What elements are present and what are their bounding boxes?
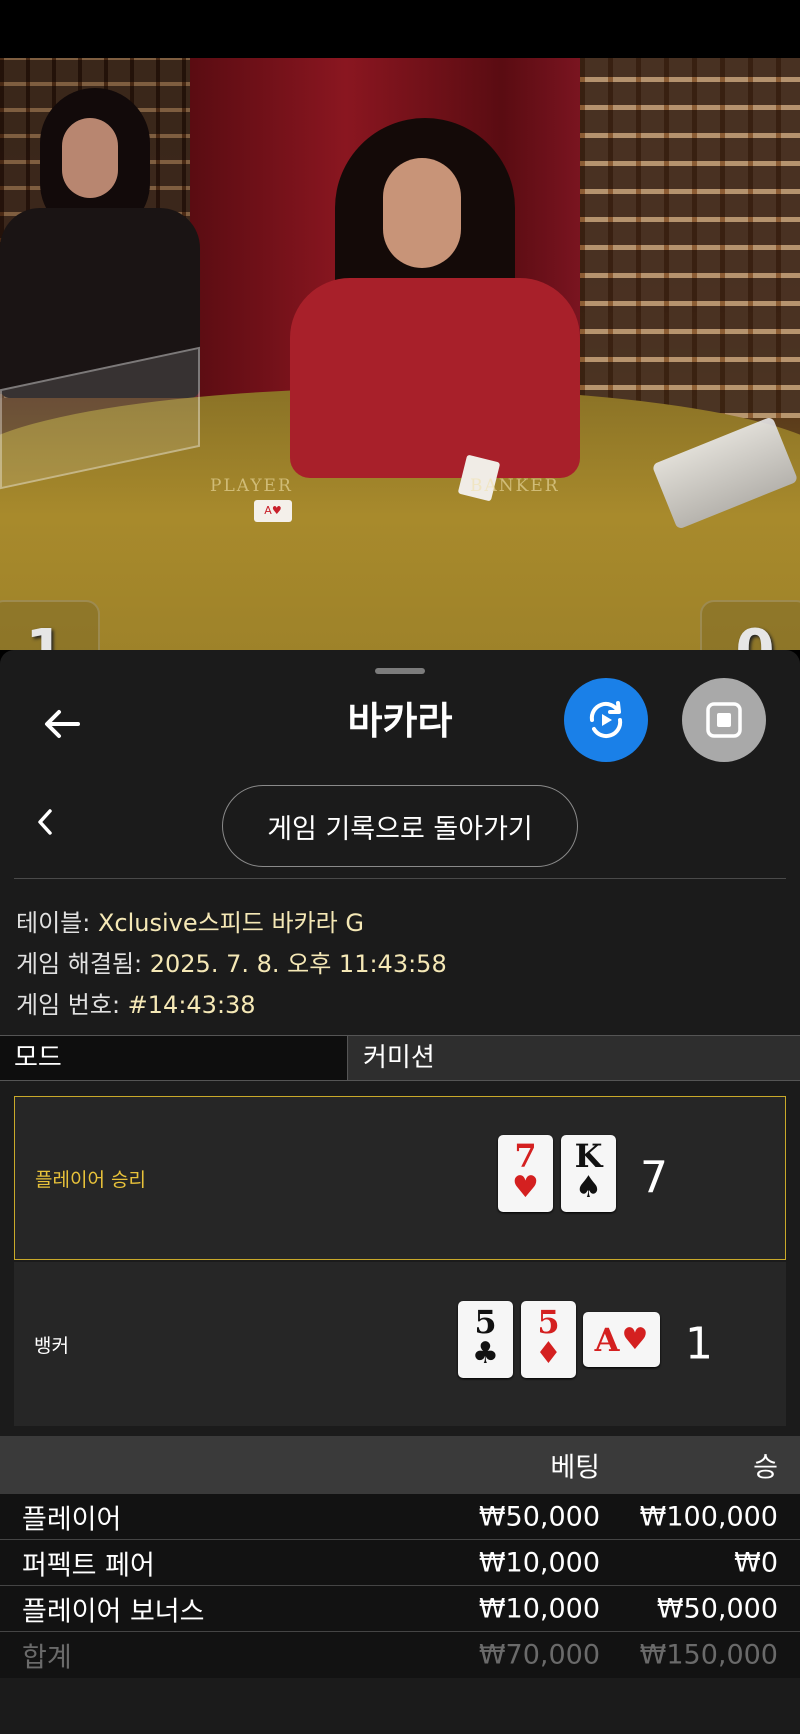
- total-label: 합계: [22, 1642, 72, 1674]
- bet-name: 플레이어: [22, 1504, 122, 1535]
- game-number-value: #14:43:38: [127, 991, 256, 1019]
- playing-card: 5 ♣: [458, 1301, 513, 1378]
- divider: [14, 878, 786, 879]
- card-rank: 5: [474, 1303, 497, 1341]
- page-title: 바카라: [347, 699, 453, 743]
- heart-suit-icon: ♥: [512, 1170, 539, 1205]
- replay-icon: [589, 701, 623, 739]
- win-amount: ₩0: [734, 1547, 778, 1578]
- card-rank: 5: [537, 1303, 560, 1341]
- stop-button[interactable]: [682, 678, 766, 762]
- bet-amount: ₩50,000: [478, 1501, 600, 1532]
- heart-suit-icon: ♥: [621, 1321, 649, 1357]
- table-info: 테이블: Xclusive스피드 바카라 G: [16, 903, 364, 938]
- spade-suit-icon: ♠: [575, 1170, 602, 1205]
- drag-handle[interactable]: [375, 668, 425, 674]
- dealer: [290, 88, 580, 478]
- playing-card: K ♠: [561, 1135, 616, 1212]
- table-row: 퍼펙트 페어 ₩10,000 ₩0: [0, 1540, 800, 1586]
- assistant-dealer: [0, 78, 200, 398]
- replay-button[interactable]: [564, 678, 648, 762]
- bet-amount: ₩10,000: [478, 1547, 600, 1578]
- bet-column-header: 베팅: [550, 1452, 600, 1484]
- diamond-suit-icon: ♦: [535, 1336, 562, 1371]
- win-amount: ₩50,000: [656, 1593, 778, 1624]
- playing-card: 7 ♥: [498, 1135, 553, 1212]
- card-rank: A: [594, 1320, 620, 1359]
- banker-total: 1: [685, 1318, 713, 1370]
- resolved-info: 게임 해결됨: 2025. 7. 8. 오후 11:43:58: [16, 944, 447, 979]
- live-video-stream: PLAYER BANKER A♥ 1 0: [0, 58, 800, 650]
- stop-icon: [706, 702, 742, 738]
- table-info-value: Xclusive스피드 바카라 G: [97, 909, 364, 937]
- resolved-info-label: 게임 해결됨:: [16, 950, 150, 978]
- player-result-label: 플레이어 승리: [35, 1168, 146, 1191]
- table-row: 플레이어 보너스 ₩10,000 ₩50,000: [0, 1586, 800, 1632]
- bets-table: 베팅 승 플레이어 ₩50,000 ₩100,000 퍼펙트 페어 ₩10,00…: [0, 1436, 800, 1678]
- mode-bar: 모드 커미션: [0, 1035, 800, 1081]
- chevron-left-icon: [38, 809, 52, 835]
- player-total: 7: [640, 1152, 668, 1204]
- game-detail-panel: 바카라 게임 기록으로 돌아가기 테이블: Xclusive스피드 바카라 G …: [0, 650, 800, 1734]
- table-info-label: 테이블:: [16, 909, 98, 937]
- card-rank: K: [574, 1137, 603, 1175]
- resolved-info-value: 2025. 7. 8. 오후 11:43:58: [149, 950, 447, 978]
- playing-card: 5 ♦: [521, 1301, 576, 1378]
- back-to-history-button[interactable]: 게임 기록으로 돌아가기: [222, 785, 578, 867]
- banker-score-display: 0: [700, 600, 800, 650]
- felt-player-label: PLAYER: [210, 476, 293, 496]
- playing-card-sideways: A ♥: [583, 1312, 660, 1367]
- felt-banker-label: BANKER: [470, 476, 560, 496]
- lattice-screen-right: [580, 58, 800, 418]
- mode-value: 커미션: [349, 1036, 800, 1080]
- previous-game-button[interactable]: [30, 802, 60, 842]
- club-suit-icon: ♣: [472, 1336, 499, 1371]
- card-rank: 7: [514, 1137, 537, 1175]
- bet-name: 플레이어 보너스: [22, 1596, 205, 1627]
- game-number-label: 게임 번호:: [16, 991, 128, 1019]
- player-score-display: 1: [0, 600, 100, 650]
- bets-table-header: 베팅 승: [0, 1436, 800, 1494]
- banker-hand-result: 뱅커 5 ♣ 5 ♦ A ♥ 1: [14, 1262, 786, 1426]
- table-row: 플레이어 ₩50,000 ₩100,000: [0, 1494, 800, 1540]
- banker-result-label: 뱅커: [34, 1334, 69, 1357]
- game-number-info: 게임 번호: #14:43:38: [16, 985, 256, 1020]
- mode-label: 모드: [0, 1036, 348, 1080]
- total-bet: ₩70,000: [478, 1639, 600, 1671]
- total-win: ₩150,000: [639, 1639, 778, 1671]
- win-column-header: 승: [753, 1452, 778, 1484]
- player-hand-result: 플레이어 승리 7 ♥ K ♠ 7: [14, 1096, 786, 1260]
- table-card: A♥: [254, 500, 292, 522]
- win-amount: ₩100,000: [639, 1501, 778, 1532]
- bet-name: 퍼펙트 페어: [22, 1550, 155, 1581]
- total-row: 합계 ₩70,000 ₩150,000: [0, 1632, 800, 1678]
- bet-amount: ₩10,000: [478, 1593, 600, 1624]
